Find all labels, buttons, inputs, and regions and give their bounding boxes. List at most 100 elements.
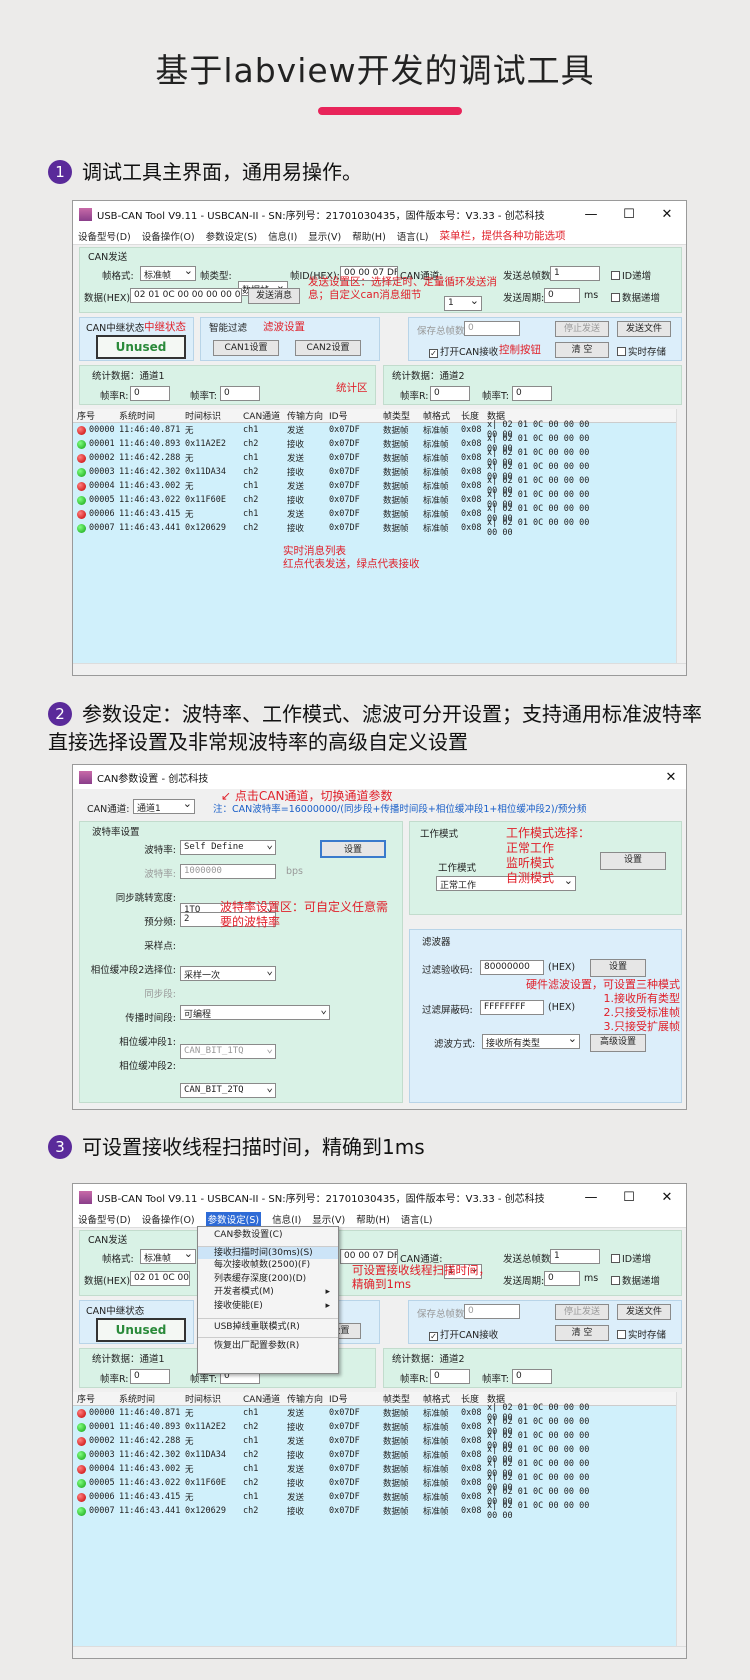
id-inc-checkbox[interactable]: ID递增 [611, 1251, 651, 1265]
menu-item-frames-per-read[interactable]: 每次接收帧数(2500)(F) [198, 1259, 338, 1273]
receive-dot-icon [77, 467, 86, 477]
col-header[interactable]: 帧类型 [383, 409, 423, 422]
data-input[interactable]: 02 01 0C 00 00 00 00 00 [130, 1271, 190, 1286]
menu-display[interactable]: 显示(V) [312, 1212, 345, 1226]
period-input[interactable]: 0 [544, 1271, 580, 1286]
menu-display[interactable]: 显示(V) [308, 229, 341, 243]
col-header[interactable]: 传输方向 [287, 1392, 329, 1405]
data-inc-checkbox[interactable]: 数据递增 [611, 290, 660, 304]
col-header[interactable]: 时间标识 [185, 409, 243, 422]
menu-language[interactable]: 语言(L) [401, 1212, 433, 1226]
menu-device-operation[interactable]: 设备操作(O) [142, 229, 195, 243]
frame-format-select[interactable]: 标准帧 [140, 264, 196, 281]
send-dot-icon [77, 453, 86, 463]
cell-index: 00007 [89, 1506, 115, 1516]
col-header[interactable]: CAN通道 [243, 1392, 287, 1405]
relay-status[interactable]: Unused [96, 335, 186, 359]
can2-settings-button[interactable]: CAN2设置 [295, 340, 361, 356]
filter-mode-select[interactable]: 接收所有类型 [482, 1032, 580, 1049]
menu-parameters-active[interactable]: 参数设定(S) [205, 1211, 262, 1226]
baud-field-value[interactable]: CAN_BIT_2TQ [180, 1081, 276, 1098]
col-header[interactable]: 时间标识 [185, 1392, 243, 1405]
col-header[interactable]: 长度 [461, 409, 487, 422]
col-header[interactable]: 系统时间 [119, 1392, 185, 1405]
baud-set-button[interactable]: 设置 [320, 840, 386, 858]
send-file-button[interactable]: 发送文件 [617, 321, 671, 337]
baud-field-value[interactable]: CAN_BIT_1TQ [180, 1042, 276, 1059]
param-channel-select[interactable]: 通道1 [133, 797, 195, 814]
stop-send-button[interactable]: 停止发送 [555, 1304, 609, 1320]
id-inc-checkbox[interactable]: ID递增 [611, 268, 651, 282]
menu-device-operation[interactable]: 设备操作(O) [142, 1212, 195, 1226]
menu-item-rx-enable[interactable]: 接收使能(E) ▸ [198, 1300, 338, 1314]
menu-item-scan-time[interactable]: 接收扫描时间(30ms)(S) [198, 1245, 338, 1259]
col-header[interactable]: 帧格式 [423, 409, 461, 422]
relay-status[interactable]: Unused [96, 1318, 186, 1342]
can1-settings-button[interactable]: CAN1设置 [213, 340, 279, 356]
menu-info[interactable]: 信息(I) [268, 229, 297, 243]
send-message-button[interactable]: 发送消息 [248, 288, 300, 304]
col-header[interactable]: 传输方向 [287, 409, 329, 422]
realtime-checkbox[interactable]: 实时存储 [617, 1327, 666, 1341]
col-header[interactable]: 序号 [73, 409, 119, 422]
data-input[interactable]: 02 01 0C 00 00 00 00 00 [130, 288, 242, 303]
menu-parameters[interactable]: 参数设定(S) [206, 229, 257, 243]
col-header[interactable]: 帧格式 [423, 1392, 461, 1405]
baud-field-value[interactable]: 可编程 [180, 1003, 330, 1020]
menu-device-model[interactable]: 设备型号(D) [78, 1212, 131, 1226]
close-icon[interactable]: ✕ [648, 207, 686, 222]
vertical-scrollbar[interactable] [676, 409, 686, 663]
col-header[interactable]: CAN通道 [243, 409, 287, 422]
clear-button[interactable]: 清 空 [555, 342, 609, 358]
vertical-scrollbar[interactable] [676, 1392, 686, 1646]
horizontal-scrollbar[interactable] [73, 663, 686, 675]
baud-field-label: 相位缓冲段2选择位: [90, 965, 176, 976]
col-header[interactable]: 序号 [73, 1392, 119, 1405]
col-header[interactable]: 系统时间 [119, 409, 185, 422]
acc-input[interactable]: 80000000 [480, 960, 544, 975]
data-inc-checkbox[interactable]: 数据递增 [611, 1273, 660, 1287]
table-row[interactable]: 00007 11:46:43.441 0x120629 ch2 接收 0x07DF 数据帧 标… [73, 1501, 676, 1521]
baud-field-value[interactable]: Self Define [180, 838, 276, 855]
total-input[interactable]: 1 [550, 266, 600, 281]
maximize-icon[interactable]: ☐ [610, 207, 648, 222]
menu-info[interactable]: 信息(I) [272, 1212, 301, 1226]
frame-format-select[interactable]: 标准帧 [140, 1247, 196, 1264]
menu-device-model[interactable]: 设备型号(D) [78, 229, 131, 243]
advanced-settings-button[interactable]: 高级设置 [590, 1034, 646, 1052]
period-input[interactable]: 0 [544, 288, 580, 303]
menu-help[interactable]: 帮助(H) [352, 229, 386, 243]
menu-item-factory-reset[interactable]: 恢复出厂配置参数(R) [198, 1336, 338, 1351]
work-mode-set-button[interactable]: 设置 [600, 852, 666, 870]
table-cell: 11:46:42.302 [119, 467, 181, 477]
minimize-icon[interactable]: — [572, 207, 610, 222]
table-row[interactable]: 00007 11:46:43.441 0x120629 ch2 接收 0x07DF 数据帧 标… [73, 518, 676, 538]
baud-field-value[interactable]: 1000000 [180, 864, 276, 879]
horizontal-scrollbar[interactable] [73, 1646, 686, 1658]
filter-set-button[interactable]: 设置 [590, 959, 646, 977]
baud-field-value[interactable]: 采样一次 [180, 964, 276, 981]
menu-help[interactable]: 帮助(H) [356, 1212, 390, 1226]
menu-item-usb-reconnect[interactable]: USB掉线重联模式(R) [198, 1318, 338, 1332]
menu-item-list-cache[interactable]: 列表缓存深度(200)(D) [198, 1273, 338, 1287]
send-file-button[interactable]: 发送文件 [617, 1304, 671, 1320]
open-rx-checkbox[interactable]: ✓ 打开CAN接收 [429, 1327, 498, 1341]
menu-language[interactable]: 语言(L) [397, 229, 429, 243]
col-header[interactable]: 帧类型 [383, 1392, 423, 1405]
open-rx-checkbox[interactable]: ✓ 打开CAN接收 [429, 344, 498, 358]
frame-id-input[interactable]: 00 00 07 DF [340, 1249, 398, 1264]
total-input[interactable]: 1 [550, 1249, 600, 1264]
clear-button[interactable]: 清 空 [555, 1325, 609, 1341]
close-icon[interactable]: ✕ [648, 1190, 686, 1205]
minimize-icon[interactable]: — [572, 1190, 610, 1205]
col-header[interactable]: 长度 [461, 1392, 487, 1405]
col-header[interactable]: ID号 [329, 1392, 383, 1405]
table-cell: 0x07DF [329, 523, 360, 533]
maximize-icon[interactable]: ☐ [610, 1190, 648, 1205]
stop-send-button[interactable]: 停止发送 [555, 321, 609, 337]
close-icon[interactable]: ✕ [656, 770, 686, 785]
menu-item-can-params[interactable]: CAN参数设置(C) [198, 1229, 338, 1243]
col-header[interactable]: ID号 [329, 409, 383, 422]
menu-item-developer-mode[interactable]: 开发者模式(M) ▸ [198, 1286, 338, 1300]
realtime-checkbox[interactable]: 实时存储 [617, 344, 666, 358]
